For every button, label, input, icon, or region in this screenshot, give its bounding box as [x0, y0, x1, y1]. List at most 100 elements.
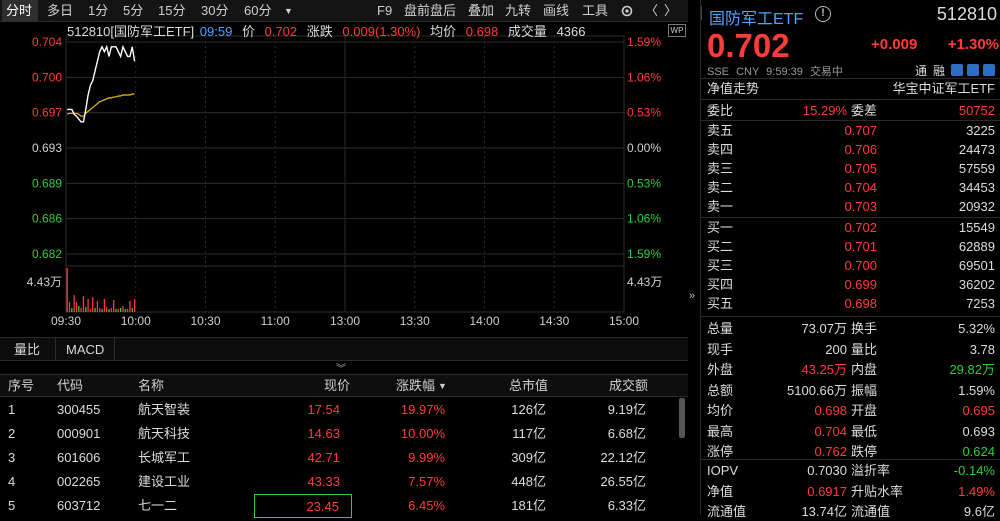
constituents-table: 序号 代码 名称 现价 涨跌幅 ▼ 总市值 成交额 1 300455 航天智装 17.… [0, 374, 688, 518]
ask-level-label: 卖一 [707, 199, 734, 214]
y-tick-left: 0.700 [32, 70, 62, 84]
row-name: 航天科技 [138, 426, 191, 441]
tab-intraday[interactable]: 分时 [2, 0, 38, 22]
tab-1min[interactable]: 1分 [88, 0, 108, 22]
nav-trend-link[interactable]: 净值走势 [707, 79, 759, 98]
stat-label: 最高 [707, 423, 734, 439]
settings-icon[interactable] [620, 0, 634, 22]
bid-level-label: 买四 [707, 277, 734, 292]
col-name[interactable]: 名称 [138, 375, 164, 397]
wp-badge-icon[interactable]: WP [668, 24, 686, 37]
stat-label: 总量 [707, 321, 734, 336]
col-code[interactable]: 代码 [57, 375, 83, 397]
y-tick-right: 1.06% [627, 212, 661, 226]
bid-level-volume: 36202 [958, 277, 995, 292]
row-code: 603712 [57, 498, 101, 513]
stat-label: 净值 [707, 483, 734, 499]
row-name: 建设工业 [138, 474, 191, 489]
ask-level-label: 卖四 [707, 142, 734, 157]
ask-level-label: 卖五 [707, 123, 734, 138]
stat-label: 升贴水率 [851, 483, 904, 499]
more-icon[interactable] [983, 64, 995, 76]
x-tick-label: 14:00 [469, 314, 499, 328]
col-index[interactable]: 序号 [8, 375, 34, 397]
ask-level-price[interactable]: 0.706 [797, 140, 877, 159]
f9-button[interactable]: F9 [377, 0, 392, 22]
period-dropdown-icon[interactable]: ▼ [284, 0, 293, 22]
quote-pct: +1.30% [947, 36, 999, 53]
intraday-chart[interactable]: 0.704 1.59% 0.700 1.06% 0.697 0.53% 0.693 0.00%… [0, 22, 688, 332]
col-turnover[interactable]: 成交额 [555, 375, 648, 397]
collapse-chevron-icon[interactable]: ︾ [336, 360, 346, 375]
tools-button[interactable]: 工具 [582, 0, 608, 22]
x-tick-label: 10:30 [190, 314, 220, 328]
overlay-button[interactable]: 叠加 [468, 0, 494, 22]
tracking-index[interactable]: 华宝中证军工ETF [851, 79, 995, 98]
table-row[interactable]: 5 603712 七一二 23.45 6.45% 181亿 6.33亿 [0, 494, 680, 518]
chevron-left-icon[interactable]: 〈 [645, 0, 658, 22]
row-change-pct: 10.00% [400, 426, 445, 441]
tab-multiday[interactable]: 多日 [47, 0, 73, 22]
edit-icon[interactable] [951, 64, 963, 76]
table-row[interactable]: 3 601606 长城军工 42.71 9.99% 309亿 22.12亿 [0, 446, 680, 470]
row-name: 长城军工 [138, 450, 191, 465]
draw-button[interactable]: 画线 [543, 0, 569, 22]
stat-value: 1.59% [958, 382, 995, 398]
quote-currency: CNY [736, 66, 760, 78]
tab-60min[interactable]: 60分 [244, 0, 271, 22]
quote-change: +0.009 [871, 36, 918, 53]
tab-macd[interactable]: MACD [55, 338, 116, 361]
lock-icon[interactable] [967, 64, 979, 76]
stat-value: 29.82万 [949, 362, 995, 377]
ask-level-price[interactable]: 0.705 [797, 159, 877, 178]
premarket-button[interactable]: 盘前盘后 [404, 0, 456, 22]
bid-level-price[interactable]: 0.702 [797, 218, 877, 237]
stat-value: 73.07万 [801, 321, 847, 336]
tab-volume-ratio[interactable]: 量比 [14, 338, 40, 361]
stat-label: 内盘 [851, 362, 878, 377]
table-row[interactable]: 1 300455 航天智装 17.54 19.97% 126亿 9.19亿 [0, 398, 680, 422]
bid-level-price[interactable]: 0.701 [797, 237, 877, 256]
col-price[interactable]: 现价 [255, 375, 350, 397]
bid-level-price[interactable]: 0.699 [797, 275, 877, 294]
ask-level-volume: 3225 [966, 123, 995, 138]
stat-value: 3.78 [969, 341, 995, 357]
tab-30min[interactable]: 30分 [201, 0, 228, 22]
quote-name[interactable]: 国防军工ETF [709, 5, 803, 29]
y-tick-left: 0.689 [32, 176, 62, 190]
row-price: 17.54 [307, 402, 340, 417]
stat-value: 0.7030 [807, 463, 847, 478]
panel-toggle-icon[interactable]: » [689, 290, 695, 302]
chevron-right-icon[interactable]: 〉 [664, 0, 677, 22]
ask-level-price[interactable]: 0.707 [797, 121, 877, 140]
x-tick-label: 09:30 [51, 314, 81, 328]
col-market-cap[interactable]: 总市值 [455, 375, 548, 397]
tab-5min[interactable]: 5分 [123, 0, 143, 22]
ask-level-price[interactable]: 0.703 [797, 197, 877, 216]
stat-label: 流通值 [707, 504, 747, 519]
volume-max-label-right: 4.43万 [627, 275, 662, 289]
bid-level-price[interactable]: 0.698 [797, 294, 877, 313]
info-icon[interactable]: ! [815, 6, 831, 22]
chart-time: 09:59 [199, 24, 233, 39]
stat-label: 总额 [707, 382, 734, 398]
weibi-label: 委比 [707, 103, 734, 118]
table-row[interactable]: 2 000901 航天科技 14.63 10.00% 117亿 6.68亿 [0, 422, 680, 446]
td9-button[interactable]: 九转 [505, 0, 531, 22]
bid-level-label: 买五 [707, 296, 734, 311]
weibi-value: 15.29% [802, 103, 847, 118]
ask-level-price[interactable]: 0.704 [797, 178, 877, 197]
bid-level-label: 买三 [707, 258, 734, 273]
row-index: 5 [8, 498, 16, 513]
table-scrollbar[interactable] [679, 398, 685, 438]
table-row[interactable]: 4 002265 建设工业 43.33 7.57% 448亿 26.55亿 [0, 470, 680, 494]
tab-15min[interactable]: 15分 [158, 0, 185, 22]
stat-value: 0.698 [814, 403, 847, 418]
stat-value: 0.704 [814, 423, 847, 439]
row-index: 3 [8, 450, 16, 465]
bid-level-price[interactable]: 0.700 [797, 256, 877, 275]
row-price: 43.33 [307, 474, 340, 489]
stat-label: 振幅 [851, 382, 878, 398]
sort-desc-icon[interactable]: ▼ [438, 375, 447, 397]
col-change-pct[interactable]: 涨跌幅 [355, 375, 435, 397]
